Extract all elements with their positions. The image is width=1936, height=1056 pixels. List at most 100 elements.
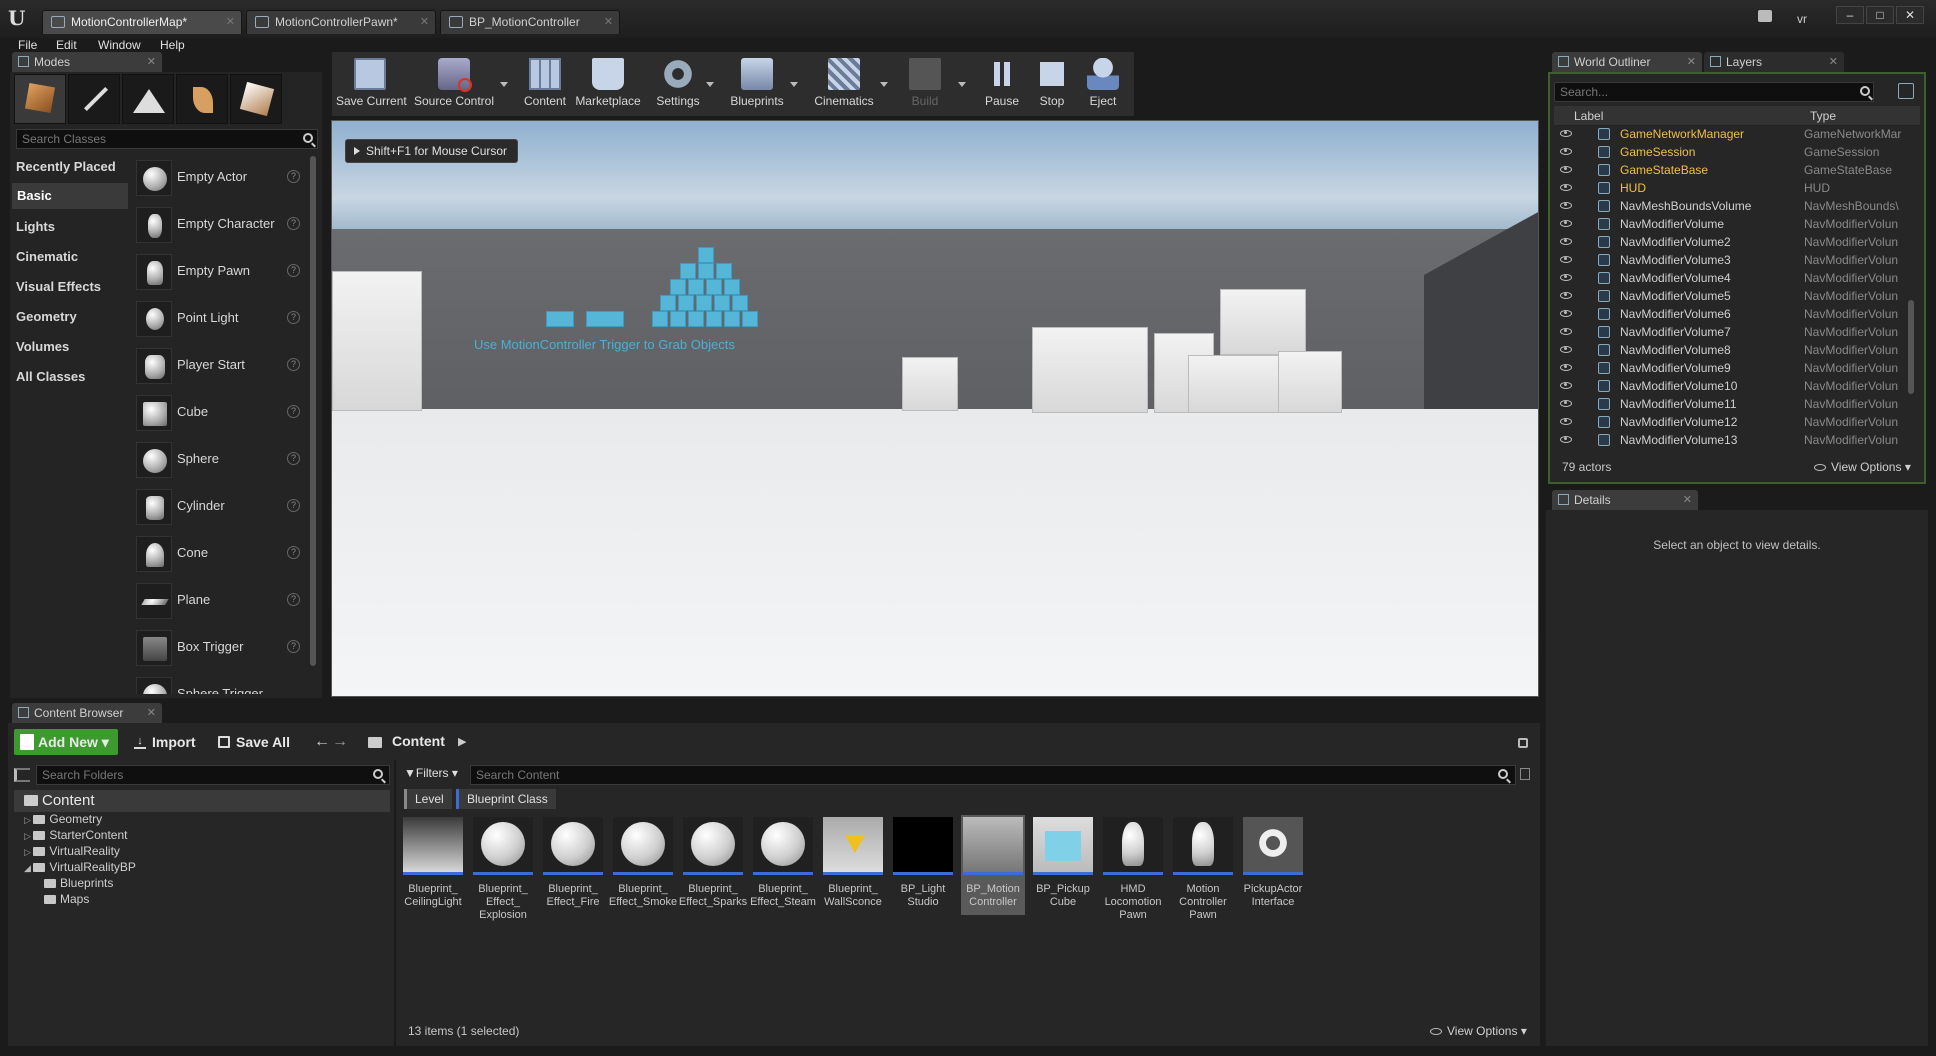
table-row[interactable]: NavModifierVolume10 NavModifierVolun: [1554, 377, 1920, 395]
unreal-logo-icon[interactable]: U: [8, 6, 32, 30]
table-row[interactable]: NavModifierVolume12 NavModifierVolun: [1554, 413, 1920, 431]
help-icon[interactable]: ?: [287, 452, 300, 465]
content-button[interactable]: Content: [520, 58, 570, 114]
menu-edit[interactable]: Edit: [56, 38, 77, 52]
help-icon[interactable]: ?: [287, 405, 300, 418]
asset-tile[interactable]: Motion Controller Pawn: [1171, 815, 1235, 921]
close-icon[interactable]: ✕: [147, 703, 156, 723]
visibility-icon[interactable]: [1560, 418, 1572, 425]
category-cinematic[interactable]: Cinematic: [16, 249, 78, 264]
column-label-header[interactable]: Label: [1574, 109, 1603, 123]
place-item-box-trigger[interactable]: Box Trigger?: [132, 625, 304, 669]
tab-motioncontrollerpawn[interactable]: MotionControllerPawn* ✕: [246, 10, 436, 34]
place-item-sphere[interactable]: Sphere?: [132, 437, 304, 481]
close-icon[interactable]: ✕: [420, 11, 429, 33]
category-lights[interactable]: Lights: [16, 219, 55, 234]
asset-tile[interactable]: Blueprint_ WallSconce: [821, 815, 885, 915]
table-row[interactable]: NavModifierVolume9 NavModifierVolun: [1554, 359, 1920, 377]
outliner-view-options[interactable]: View Options ▾: [1814, 460, 1911, 474]
path-chevron-icon[interactable]: ▶: [458, 735, 466, 748]
sources-toggle-icon[interactable]: [14, 768, 30, 782]
mouse-cursor-hint[interactable]: Shift+F1 for Mouse Cursor: [345, 139, 519, 163]
filter-chip-blueprint-class[interactable]: Blueprint Class: [456, 789, 556, 809]
tree-item-geometry[interactable]: ▷ Geometry: [24, 812, 102, 826]
feedback-icon[interactable]: [1758, 10, 1772, 22]
asset-tile[interactable]: BP_Light Studio: [891, 815, 955, 915]
source-control-button[interactable]: Source Control: [412, 58, 496, 114]
table-row[interactable]: NavModifierVolume3 NavModifierVolun: [1554, 251, 1920, 269]
back-arrow-icon[interactable]: ←: [314, 733, 330, 751]
marketplace-button[interactable]: Marketplace: [574, 58, 642, 114]
content-view-options[interactable]: View Options ▾: [1430, 1024, 1527, 1038]
place-item-cylinder[interactable]: Cylinder?: [132, 484, 304, 528]
asset-tile[interactable]: Blueprint_ Effect_Fire: [541, 815, 605, 915]
search-classes-input[interactable]: Search Classes: [16, 129, 318, 149]
asset-tile[interactable]: BP_Pickup Cube: [1031, 815, 1095, 915]
minimize-button[interactable]: –: [1836, 6, 1864, 24]
place-item-sphere-trigger[interactable]: Sphere Trigger: [132, 672, 304, 694]
close-icon[interactable]: ✕: [1687, 52, 1696, 72]
visibility-icon[interactable]: [1560, 220, 1572, 227]
tree-root[interactable]: Content: [14, 790, 390, 812]
search-icon[interactable]: [1498, 769, 1508, 779]
outliner-search-input[interactable]: Search...: [1554, 82, 1874, 102]
close-icon[interactable]: ✕: [1829, 52, 1838, 72]
tree-item-startercontent[interactable]: ▷ StarterContent: [24, 828, 127, 842]
table-row[interactable]: NavModifierVolume11 NavModifierVolun: [1554, 395, 1920, 413]
help-icon[interactable]: ?: [287, 640, 300, 653]
asset-tile[interactable]: HMD Locomotion Pawn: [1101, 815, 1165, 921]
category-all-classes[interactable]: All Classes: [16, 369, 85, 384]
settings-button[interactable]: Settings: [652, 58, 704, 114]
landscape-mode-button[interactable]: [122, 74, 174, 124]
tree-item-virtualreality[interactable]: ▷ VirtualReality: [24, 844, 120, 858]
help-icon[interactable]: ?: [287, 499, 300, 512]
filter-chip-level[interactable]: Level: [404, 789, 452, 809]
close-icon[interactable]: ✕: [604, 11, 613, 33]
table-row[interactable]: NavModifierVolume4 NavModifierVolun: [1554, 269, 1920, 287]
visibility-icon[interactable]: [1560, 130, 1572, 137]
tab-world-outliner[interactable]: World Outliner ✕: [1552, 52, 1702, 72]
tree-item-blueprints[interactable]: Blueprints: [44, 876, 113, 890]
visibility-icon[interactable]: [1560, 148, 1572, 155]
table-row[interactable]: NavMeshBoundsVolume NavMeshBounds\: [1554, 197, 1920, 215]
help-icon[interactable]: ?: [287, 311, 300, 324]
search-icon[interactable]: [303, 133, 313, 143]
path-content[interactable]: Content: [392, 733, 445, 749]
save-all-button[interactable]: Save All: [218, 729, 290, 755]
tab-bp-motioncontroller[interactable]: BP_MotionController ✕: [440, 10, 620, 34]
close-window-button[interactable]: ✕: [1896, 6, 1924, 24]
add-new-button[interactable]: Add New ▾: [14, 729, 118, 755]
tab-content-browser[interactable]: Content Browser ✕: [12, 703, 162, 723]
view-options-icon[interactable]: [1898, 83, 1914, 99]
build-dropdown-icon[interactable]: [958, 82, 966, 87]
filters-button[interactable]: ▼Filters ▾: [404, 766, 458, 780]
modes-tab[interactable]: Modes ✕: [12, 52, 162, 72]
help-icon[interactable]: ?: [287, 170, 300, 183]
eject-button[interactable]: Eject: [1082, 58, 1124, 114]
asset-tile[interactable]: Blueprint_ Effect_Steam: [750, 815, 816, 915]
outliner-scrollbar[interactable]: [1908, 300, 1914, 394]
place-item-plane[interactable]: Plane?: [132, 578, 304, 622]
place-item-point-light[interactable]: Point Light?: [132, 296, 304, 340]
tab-details[interactable]: Details ✕: [1552, 490, 1698, 510]
visibility-icon[interactable]: [1560, 436, 1572, 443]
visibility-icon[interactable]: [1560, 310, 1572, 317]
blueprints-button[interactable]: Blueprints: [726, 58, 788, 114]
visibility-icon[interactable]: [1560, 292, 1572, 299]
table-row[interactable]: NavModifierVolume13 NavModifierVolun: [1554, 431, 1920, 449]
menu-window[interactable]: Window: [98, 38, 141, 52]
close-icon[interactable]: ✕: [226, 11, 235, 33]
menu-file[interactable]: File: [18, 38, 37, 52]
level-viewport[interactable]: Use MotionController Trigger to Grab Obj…: [331, 120, 1539, 697]
tree-item-maps[interactable]: Maps: [44, 892, 89, 906]
menu-help[interactable]: Help: [160, 38, 185, 52]
visibility-icon[interactable]: [1560, 382, 1572, 389]
place-item-empty-pawn[interactable]: Empty Pawn?: [132, 249, 304, 293]
search-icon[interactable]: [1860, 86, 1870, 96]
paint-mode-button[interactable]: [68, 74, 120, 124]
visibility-icon[interactable]: [1560, 184, 1572, 191]
search-content-input[interactable]: Search Content: [470, 765, 1516, 785]
geometry-mode-button[interactable]: [230, 74, 282, 124]
blueprints-dropdown-icon[interactable]: [790, 82, 798, 87]
visibility-icon[interactable]: [1560, 364, 1572, 371]
